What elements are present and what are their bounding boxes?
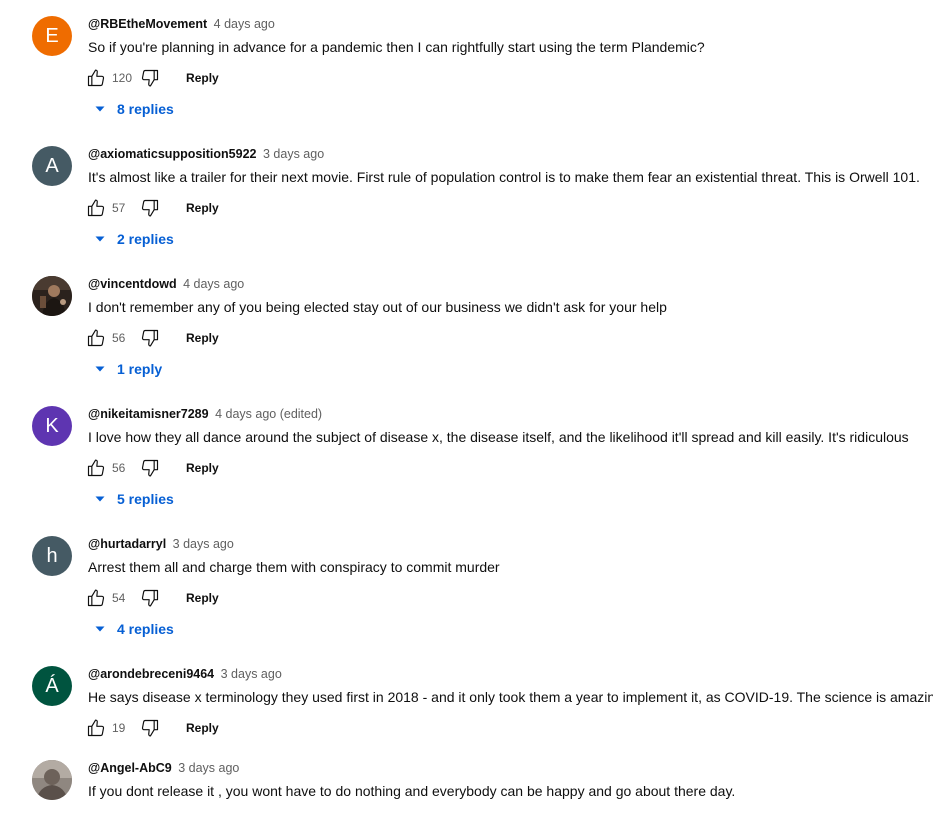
view-replies-button[interactable]: 2 replies: [92, 231, 174, 247]
comment-actions: 56 Reply: [86, 327, 219, 349]
comment-author[interactable]: @hurtadarryl: [88, 537, 166, 551]
thumb-down-icon[interactable]: [140, 588, 160, 608]
avatar[interactable]: [32, 276, 72, 316]
comment-header: @vincentdowd 4 days ago: [88, 277, 244, 291]
avatar[interactable]: A: [32, 146, 72, 186]
like-count: 56: [112, 331, 126, 345]
avatar[interactable]: E: [32, 16, 72, 56]
comment-header: @RBEtheMovement 4 days ago: [88, 17, 275, 31]
avatar[interactable]: K: [32, 406, 72, 446]
avatar[interactable]: h: [32, 536, 72, 576]
comment-author[interactable]: @Angel-AbC9: [88, 761, 172, 775]
comment-actions: 54 Reply: [86, 587, 219, 609]
thumb-down-icon[interactable]: [140, 198, 160, 218]
comment-header: @nikeitamisner7289 4 days ago (edited): [88, 407, 322, 421]
comment-timestamp[interactable]: 3 days ago: [221, 667, 282, 681]
chevron-down-icon: [92, 491, 108, 507]
comment-actions: 19 Reply: [86, 717, 219, 739]
replies-count-label: 4 replies: [117, 621, 174, 637]
comment-text: He says disease x terminology they used …: [88, 689, 933, 705]
reply-button[interactable]: Reply: [186, 331, 219, 345]
comment-timestamp[interactable]: 3 days ago: [173, 537, 234, 551]
comment-text: So if you're planning in advance for a p…: [88, 39, 705, 55]
view-replies-button[interactable]: 4 replies: [92, 621, 174, 637]
chevron-down-icon: [92, 231, 108, 247]
angel-abc9-avatar-photo: [32, 760, 72, 800]
comment-text: If you dont release it , you wont have t…: [88, 783, 736, 799]
reply-button[interactable]: Reply: [186, 71, 219, 85]
view-replies-button[interactable]: 5 replies: [92, 491, 174, 507]
thumb-up-icon[interactable]: [86, 588, 106, 608]
like-count: 120: [112, 71, 133, 85]
replies-count-label: 8 replies: [117, 101, 174, 117]
reply-button[interactable]: Reply: [186, 721, 219, 735]
thumb-down-icon[interactable]: [140, 458, 160, 478]
comment-header: @arondebreceni9464 3 days ago: [88, 667, 282, 681]
comment-timestamp[interactable]: 4 days ago: [183, 277, 244, 291]
thumb-up-icon[interactable]: [86, 198, 106, 218]
comment-header: @axiomaticsupposition5922 3 days ago: [88, 147, 324, 161]
thumb-down-icon[interactable]: [140, 718, 160, 738]
comment-timestamp[interactable]: 4 days ago (edited): [215, 407, 322, 421]
like-count: 54: [112, 591, 126, 605]
comment-text: I love how they all dance around the sub…: [88, 429, 909, 445]
comment-author[interactable]: @vincentdowd: [88, 277, 177, 291]
like-count: 56: [112, 461, 126, 475]
comment-text: I don't remember any of you being electe…: [88, 299, 667, 315]
comment-header: @hurtadarryl 3 days ago: [88, 537, 234, 551]
reply-button[interactable]: Reply: [186, 591, 219, 605]
comment-timestamp[interactable]: 4 days ago: [214, 17, 275, 31]
thumb-down-icon[interactable]: [140, 68, 160, 88]
avatar[interactable]: Á: [32, 666, 72, 706]
chevron-down-icon: [92, 361, 108, 377]
comment-actions: 56 Reply: [86, 457, 219, 479]
comment-actions: 120 Reply: [86, 67, 219, 89]
replies-count-label: 2 replies: [117, 231, 174, 247]
comment-text: It's almost like a trailer for their nex…: [88, 169, 920, 185]
like-count: 19: [112, 721, 126, 735]
comment-timestamp[interactable]: 3 days ago: [263, 147, 324, 161]
comment-header: @Angel-AbC9 3 days ago: [88, 761, 239, 775]
comment-author[interactable]: @arondebreceni9464: [88, 667, 214, 681]
thumb-up-icon[interactable]: [86, 718, 106, 738]
replies-count-label: 1 reply: [117, 361, 163, 377]
like-count: 57: [112, 201, 126, 215]
avatar[interactable]: [32, 760, 72, 800]
thumb-down-icon[interactable]: [140, 328, 160, 348]
thumb-up-icon[interactable]: [86, 458, 106, 478]
vincentdowd-avatar-photo: [32, 276, 72, 316]
replies-count-label: 5 replies: [117, 491, 174, 507]
thumb-up-icon[interactable]: [86, 328, 106, 348]
comment-text: Arrest them all and charge them with con…: [88, 559, 500, 575]
comment-timestamp[interactable]: 3 days ago: [178, 761, 239, 775]
comment-author[interactable]: @axiomaticsupposition5922: [88, 147, 257, 161]
reply-button[interactable]: Reply: [186, 201, 219, 215]
comment-author[interactable]: @RBEtheMovement: [88, 17, 207, 31]
comments-section: E @RBEtheMovement 4 days ago So if you'r…: [0, 0, 933, 815]
comment-actions: 57 Reply: [86, 197, 219, 219]
chevron-down-icon: [92, 621, 108, 637]
view-replies-button[interactable]: 1 reply: [92, 361, 162, 377]
reply-button[interactable]: Reply: [186, 461, 219, 475]
chevron-down-icon: [92, 101, 108, 117]
thumb-up-icon[interactable]: [86, 68, 106, 88]
view-replies-button[interactable]: 8 replies: [92, 101, 174, 117]
comment-author[interactable]: @nikeitamisner7289: [88, 407, 209, 421]
